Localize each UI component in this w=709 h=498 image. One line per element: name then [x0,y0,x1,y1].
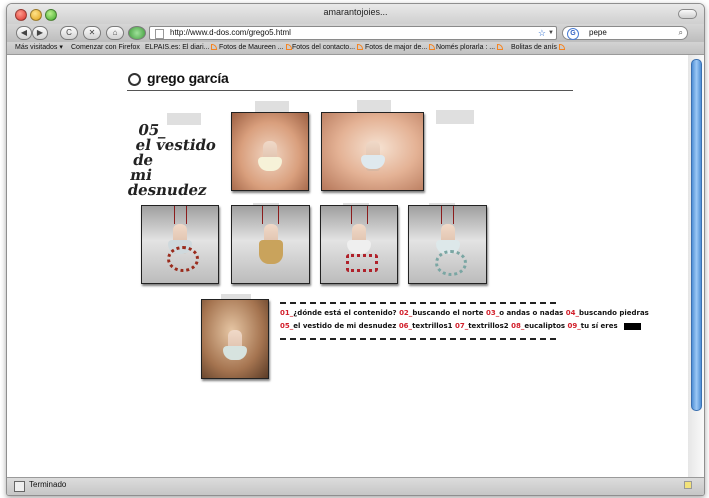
index-link-01[interactable]: 01_¿dónde está el contenido? [280,309,397,317]
index-link-09[interactable]: 09_tu sí eres [568,322,618,330]
doll-decoration [167,246,199,272]
section-title-line: el vestido de [131,136,218,169]
rss-icon [357,44,364,51]
rss-icon [211,44,218,51]
index-link-05[interactable]: 05_el vestido de mi desnudez [280,322,396,330]
back-icon: ◀ [20,28,28,37]
bookmark-item[interactable]: Bolitas de anís [511,42,565,54]
stop-button[interactable]: ✕ [83,26,101,40]
photo-thumbnail[interactable] [408,205,487,284]
rss-icon [285,44,292,51]
tape-decoration [167,113,201,125]
status-text: Terminado [29,480,67,489]
bookmark-item[interactable]: Fotos de Maureen ... [219,42,292,54]
status-bar: Terminado [7,477,704,495]
title-bar: amarantojoies... [7,4,704,24]
index-line: 05_el vestido de mi desnudez 06_textrill… [280,322,642,330]
bookmark-item[interactable]: ELPAIS.es: El diari... [145,42,218,54]
globe-icon[interactable] [128,26,146,40]
vertical-scrollbar[interactable] [688,55,704,477]
forward-button[interactable]: ▶ [32,26,48,40]
section-title-line: mi desnudez [126,166,209,199]
url-dropdown-icon[interactable]: ▼ [548,27,554,39]
black-block [624,322,642,330]
title-divider [127,90,573,91]
index-line: 01_¿dónde está el contenido? 02_buscando… [280,309,649,317]
doll-decoration [434,250,467,276]
rss-icon [429,44,436,51]
tape-decoration [357,100,391,112]
photo-thumbnail[interactable] [321,112,424,191]
chevron-down-icon: ▾ [59,44,63,51]
doll-dress [360,155,385,169]
yslow-icon [684,481,692,489]
rss-icon [497,44,504,51]
index-link-07[interactable]: 07_textrillos2 [455,322,509,330]
url-bar[interactable]: http://www.d-dos.com/grego5.html ☆ ▼ [149,26,557,40]
search-icon[interactable]: ⌕ [679,27,683,39]
site-title[interactable]: grego garcía [147,70,229,86]
reload-icon: C [66,28,72,37]
doll-dress [347,240,371,254]
rss-icon [558,44,565,51]
toolbar-toggle-button[interactable] [678,9,697,19]
photo-thumbnail[interactable] [231,205,310,284]
page-icon [155,29,164,39]
bookmarks-bar: Más visitados ▾ Comenzar con Firefox ELP… [7,42,704,55]
page-content: grego garcía 05_ el vestido de mi desnud… [7,55,688,477]
photo-thumbnail[interactable] [320,205,398,284]
bookmark-star-icon[interactable]: ☆ [538,27,546,39]
index-link-02[interactable]: 02_buscando el norte [399,309,483,317]
home-button[interactable]: ⌂ [106,26,124,40]
doll-dress [258,240,283,264]
status-page-icon [14,481,25,492]
navigation-toolbar: ◀ ▶ C ✕ ⌂ http://www.d-dos.com/grego5.ht… [7,24,704,42]
bookmark-item[interactable]: Más visitados ▾ [15,42,63,54]
bookmark-item[interactable]: Fotos del contacto... [292,42,364,54]
url-text: http://www.d-dos.com/grego5.html [170,28,291,37]
google-icon: G [567,28,579,40]
scrollbar-thumb[interactable] [691,59,702,411]
photo-thumbnail[interactable] [141,205,219,284]
browser-window: amarantojoies... ◀ ▶ C ✕ ⌂ http://www.d-… [6,3,705,496]
home-icon: ⌂ [112,28,118,37]
index-link-03[interactable]: 03_o andas o nadas [486,309,563,317]
search-input[interactable]: G pepe ⌕ [562,26,688,40]
bookmark-item[interactable]: Comenzar con Firefox [71,42,140,54]
section-index: 01_¿dónde está el contenido? 02_buscando… [280,302,649,340]
doll-dress [258,157,282,171]
stop-icon: ✕ [88,28,96,37]
index-link-06[interactable]: 06_textrillos1 [399,322,453,330]
window-title: amarantojoies... [323,7,388,17]
photo-thumbnail[interactable] [231,112,309,191]
forward-icon: ▶ [36,28,44,37]
photo-thumbnail[interactable] [201,299,269,379]
section-title: 05_ el vestido de mi desnudez [126,121,231,199]
reload-button[interactable]: C [60,26,78,40]
index-link-04[interactable]: 04_buscando piedras [566,309,649,317]
doll-decoration [346,254,378,272]
doll-dress [223,346,247,360]
index-link-08[interactable]: 08_eucaliptos [511,322,565,330]
search-text: pepe [589,28,607,37]
tape-decoration [436,110,474,124]
bookmark-item[interactable]: Fotos de major de... [365,42,436,54]
back-button[interactable]: ◀ [16,26,32,40]
bookmark-item[interactable]: Només plorarla : ... [436,42,504,54]
logo-ring-icon [128,73,141,86]
